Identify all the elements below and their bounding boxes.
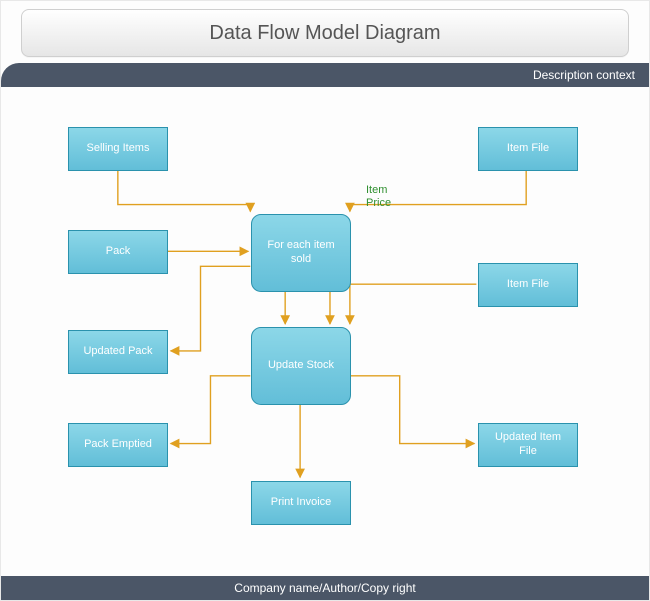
node-label: Item File xyxy=(507,142,549,156)
node-label: Updated Pack xyxy=(83,345,152,359)
node-for-each-item-sold: For each item sold xyxy=(251,214,351,292)
node-label: Update Stock xyxy=(268,359,334,373)
node-label: Item File xyxy=(507,278,549,292)
node-label: Selling Items xyxy=(87,142,150,156)
node-item-file-mid: Item File xyxy=(478,263,578,307)
node-label: Print Invoice xyxy=(271,496,332,510)
flow-label-item-price: Item Price xyxy=(366,171,391,211)
diagram-title-bar: Data Flow Model Diagram xyxy=(21,9,629,57)
description-bar: Description context xyxy=(1,63,649,87)
node-label: Updated Item File xyxy=(495,431,561,459)
node-item-file-top: Item File xyxy=(478,127,578,171)
description-text: Description context xyxy=(533,68,635,82)
node-updated-pack: Updated Pack xyxy=(68,330,168,374)
node-print-invoice: Print Invoice xyxy=(251,481,351,525)
node-label: Pack xyxy=(106,245,130,259)
node-selling-items: Selling Items xyxy=(68,127,168,171)
node-pack-emptied: Pack Emptied xyxy=(68,423,168,467)
node-label: For each item sold xyxy=(267,239,334,267)
footer-text: Company name/Author/Copy right xyxy=(234,581,415,595)
node-pack: Pack xyxy=(68,230,168,274)
node-label: Pack Emptied xyxy=(84,438,152,452)
node-updated-item-file: Updated Item File xyxy=(478,423,578,467)
diagram-title: Data Flow Model Diagram xyxy=(209,22,440,45)
node-update-stock: Update Stock xyxy=(251,327,351,405)
diagram-page: Data Flow Model Diagram Description cont… xyxy=(0,0,650,601)
footer-bar: Company name/Author/Copy right xyxy=(1,576,649,600)
diagram-canvas: Selling Items Item File Item Price Pack … xyxy=(1,87,649,576)
